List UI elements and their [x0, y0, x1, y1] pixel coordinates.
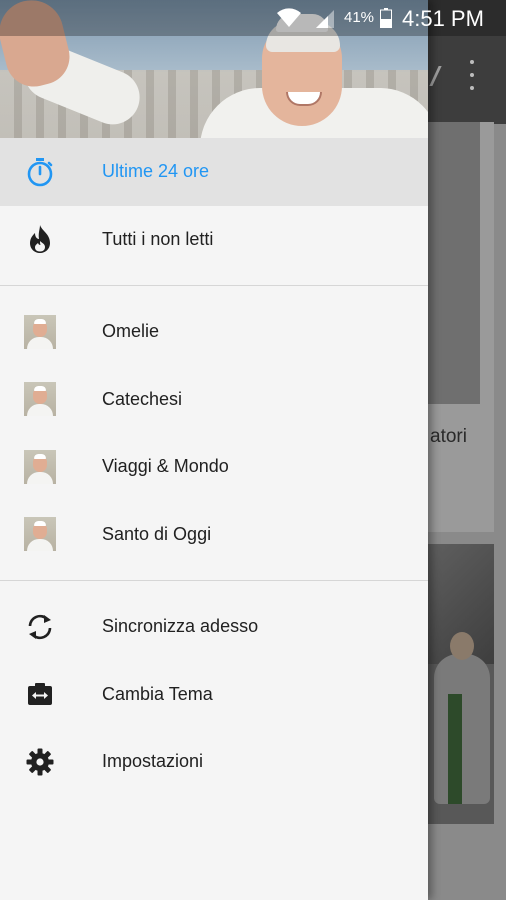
menu-divider: [0, 580, 428, 581]
menu-item-label: Omelie: [102, 321, 160, 342]
drawer-menu: Ultime 24 ore Tutti i non letti Omelie C: [0, 138, 428, 796]
menu-item-viaggi-mondo[interactable]: Viaggi & Mondo: [0, 433, 428, 501]
menu-item-label: Tutti i non letti: [102, 228, 214, 249]
menu-item-tutti-i-non-letti[interactable]: Tutti i non letti: [0, 206, 428, 274]
pope-avatar-icon: [24, 314, 56, 349]
menu-item-label: Catechesi: [102, 388, 183, 409]
pope-avatar-icon: [24, 382, 56, 417]
menu-item-label: Ultime 24 ore: [102, 161, 210, 182]
theme-swap-icon: [24, 678, 56, 710]
menu-item-catechesi[interactable]: Catechesi: [0, 366, 428, 434]
menu-item-santo-di-oggi[interactable]: Santo di Oggi: [0, 501, 428, 569]
article-image: [428, 122, 480, 404]
timer-icon: [24, 156, 56, 188]
menu-item-omelie[interactable]: Omelie: [0, 298, 428, 366]
pope-avatar-icon: [24, 517, 56, 552]
menu-item-label: Impostazioni: [102, 751, 204, 772]
article-card-image[interactable]: [428, 544, 494, 824]
menu-item-ultime-24-ore[interactable]: Ultime 24 ore: [0, 138, 428, 206]
wifi-icon: [276, 7, 302, 29]
article-title-partial: atori: [430, 426, 467, 447]
sync-icon: [24, 611, 56, 643]
status-bar: 41% 4:51 PM: [0, 0, 506, 36]
clock: 4:51 PM: [402, 6, 484, 31]
menu-item-label: Santo di Oggi: [102, 523, 212, 544]
pope-avatar-icon: [24, 449, 56, 484]
menu-item-label: Cambia Tema: [102, 683, 213, 704]
menu-item-cambia-tema[interactable]: Cambia Tema: [0, 661, 428, 729]
flame-icon: [24, 223, 56, 255]
menu-item-label: Viaggi & Mondo: [102, 456, 229, 477]
menu-item-sincronizza[interactable]: Sincronizza adesso: [0, 593, 428, 661]
navigation-drawer: Ultime 24 ore Tutti i non letti Omelie C: [0, 0, 428, 900]
menu-item-impostazioni[interactable]: Impostazioni: [0, 728, 428, 796]
menu-divider: [0, 285, 428, 286]
more-options-icon[interactable]: [466, 60, 478, 90]
battery-percent: 41%: [344, 9, 375, 26]
battery-icon: [380, 8, 392, 28]
signal-icon: [314, 8, 336, 28]
menu-item-label: Sincronizza adesso: [102, 616, 259, 637]
gear-icon: [24, 746, 56, 778]
